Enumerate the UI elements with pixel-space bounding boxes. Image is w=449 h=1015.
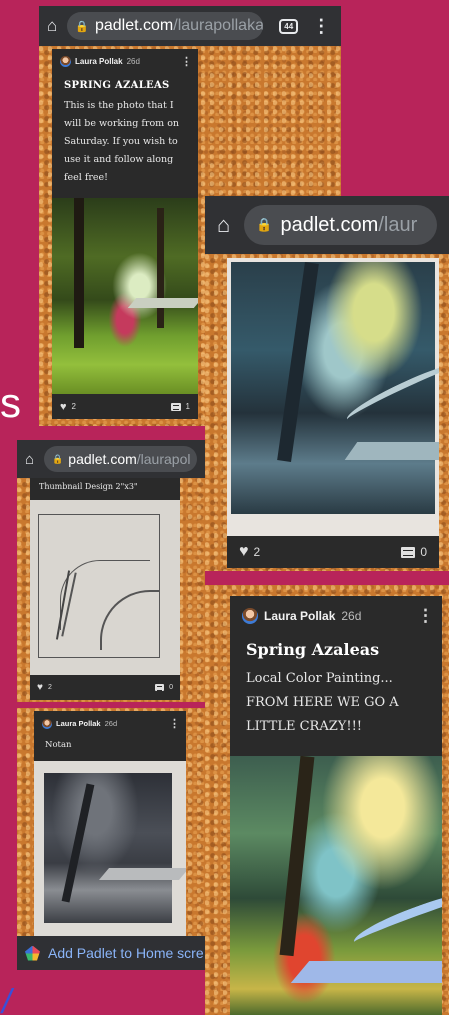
browser-url-bar: ⌂ 🔒 padlet.com/laurapollaka 44 ⋮ (39, 6, 341, 46)
heart-icon: ♥ (60, 400, 67, 413)
edge-letter: s (0, 379, 21, 426)
address-field[interactable]: 🔒 padlet.com/laur (244, 205, 437, 245)
post-title: Spring Azaleas (246, 640, 380, 659)
screenshot-collage: { "colors": { "background": "#b8245a", "… (0, 0, 449, 1015)
heart-icon: ♥ (37, 682, 43, 693)
post-card-value-painting[interactable]: ♥ 2 0 (227, 258, 439, 568)
post-title: SPRING AZALEAS (64, 80, 170, 91)
address-field[interactable]: 🔒 padlet.com/laurapol (44, 446, 197, 472)
menu-icon[interactable]: ⋮ (312, 16, 330, 37)
post-card-thumbnail-design[interactable]: Thumbnail Design 2"x3" ♥ 2 0 (30, 478, 180, 700)
url-path: /laurapollaka (173, 17, 264, 34)
like-count[interactable]: ♥ 2 (60, 401, 76, 413)
author-name: Laura Pollak (56, 719, 101, 728)
post-body: This is the photo that I will be working… (64, 100, 180, 183)
screenshot-4: Laura Pollak 26d ⋮ Notan Add Padlet to H… (17, 708, 205, 970)
photo-notan-study (34, 761, 186, 936)
post-card-spring-azaleas-photo[interactable]: Laura Pollak 26d ⋮ SPRING AZALEAS This i… (52, 49, 198, 419)
browser-url-bar: ⌂ 🔒 padlet.com/laur (205, 196, 449, 254)
tab-count-icon[interactable]: 44 (279, 18, 299, 34)
url-path: /laurapol (136, 451, 191, 467)
photo-landscape (52, 198, 198, 394)
author-name: Laura Pollak (75, 57, 123, 66)
comment-icon (170, 402, 181, 411)
like-count[interactable]: ♥ 2 (37, 682, 52, 693)
avatar (242, 608, 258, 624)
screenshot-2: ⌂ 🔒 padlet.com/laur ♥ 2 0 (205, 196, 449, 571)
lock-icon: 🔒 (52, 453, 64, 464)
author-name: Laura Pollak (264, 609, 336, 623)
like-count[interactable]: ♥ 2 (239, 543, 260, 561)
post-age: 26d (104, 719, 118, 728)
comment-count[interactable]: 1 (170, 402, 190, 411)
lock-icon: 🔒 (256, 217, 273, 232)
post-age: 26d (341, 609, 362, 623)
post-menu-icon[interactable]: ⋮ (181, 55, 192, 68)
lock-icon: 🔒 (75, 20, 89, 33)
comment-count[interactable]: 0 (401, 545, 427, 559)
post-title: Thumbnail Design 2"x3" (39, 482, 138, 491)
home-icon[interactable]: ⌂ (47, 16, 57, 36)
post-age: 26d (126, 57, 140, 66)
comment-icon (401, 546, 416, 558)
photo-thumbnail-sketch (30, 500, 180, 675)
url-host: padlet.com (94, 17, 174, 34)
post-menu-icon[interactable]: ⋮ (417, 606, 434, 626)
post-body: Local Color Painting... FROM HERE WE GO … (246, 671, 399, 734)
post-card-notan[interactable]: Laura Pollak 26d ⋮ Notan (34, 711, 186, 936)
add-to-home-banner[interactable]: Add Padlet to Home scre (17, 936, 205, 970)
post-card-spring-azaleas-color[interactable]: Laura Pollak 26d ⋮ Spring Azaleas Local … (230, 596, 442, 1015)
add-to-home-link[interactable]: Add Padlet to Home scre (48, 945, 204, 961)
post-title: Notan (45, 740, 72, 750)
photo-color-painting (230, 756, 442, 1015)
edge-glyph: / (2, 983, 12, 1015)
screenshot-3: ⌂ 🔒 padlet.com/laurapol Thumbnail Design… (17, 440, 205, 702)
browser-url-bar: ⌂ 🔒 padlet.com/laurapol (17, 440, 205, 478)
avatar (42, 718, 52, 729)
url-path: /laur (378, 213, 418, 236)
post-menu-icon[interactable]: ⋮ (169, 717, 180, 730)
url-host: padlet.com (280, 213, 379, 236)
home-icon[interactable]: ⌂ (25, 451, 34, 468)
comment-icon (155, 684, 165, 691)
address-field[interactable]: 🔒 padlet.com/laurapollaka (67, 12, 264, 40)
screenshot-5: Laura Pollak 26d ⋮ Spring Azaleas Local … (205, 585, 449, 1015)
comment-count[interactable]: 0 (155, 684, 173, 691)
url-host: padlet.com (68, 451, 137, 467)
home-icon[interactable]: ⌂ (217, 212, 230, 238)
padlet-logo-icon (25, 945, 40, 961)
photo-value-painting (227, 258, 439, 536)
heart-icon: ♥ (239, 543, 249, 560)
avatar (60, 56, 71, 67)
